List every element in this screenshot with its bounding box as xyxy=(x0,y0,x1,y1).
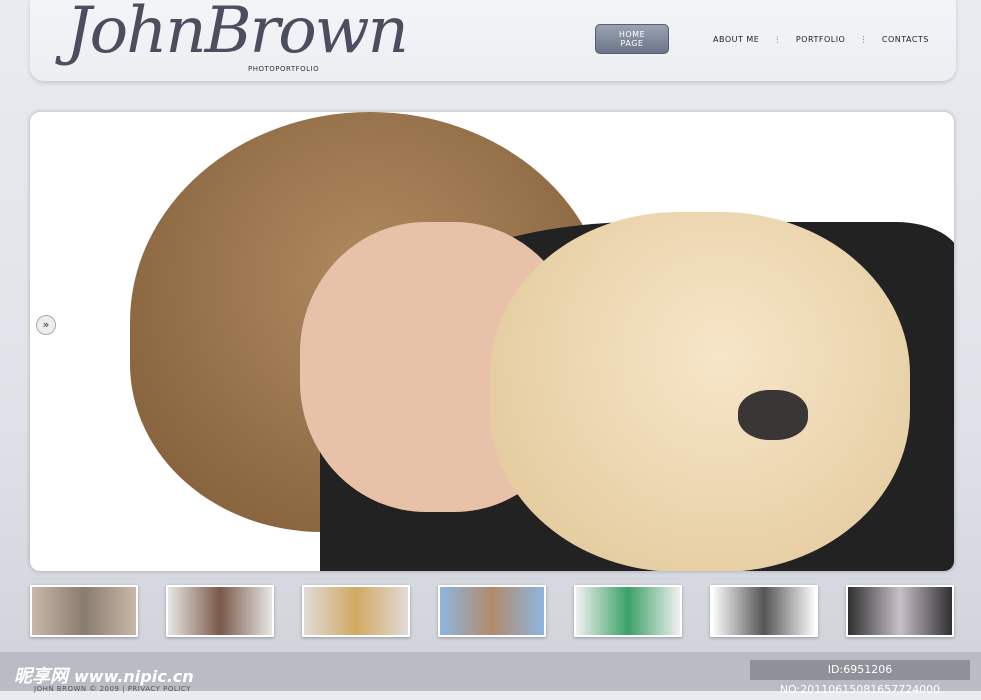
logo-subtitle: PHOTOPORTFOLIO xyxy=(248,65,320,73)
footer: 昵享网 www.nipic.cn JOHN BROWN © 2009 | PRIV… xyxy=(0,652,981,696)
thumbnail-strip xyxy=(30,585,954,637)
next-arrow-icon[interactable]: » xyxy=(36,315,56,335)
watermark-url: www.nipic.cn xyxy=(74,667,194,686)
thumbnail[interactable] xyxy=(438,585,546,637)
main-nav: HOME PAGE ABOUT ME ⋮ PORTFOLIO ⋮ CONTACT… xyxy=(595,24,943,54)
thumbnail[interactable] xyxy=(710,585,818,637)
photo-puppy-nose xyxy=(738,390,808,440)
nav-home-page[interactable]: HOME PAGE xyxy=(595,24,669,54)
watermark-text: 昵享网 xyxy=(14,666,68,687)
thumbnail[interactable] xyxy=(846,585,954,637)
logo[interactable]: JohnBrown xyxy=(66,0,409,68)
nav-separator: ⋮ xyxy=(773,34,782,44)
thumbnail[interactable] xyxy=(302,585,410,637)
nav-about-me[interactable]: ABOUT ME xyxy=(713,35,759,44)
thumbnail[interactable] xyxy=(30,585,138,637)
thumbnail[interactable] xyxy=(574,585,682,637)
thumbnail[interactable] xyxy=(166,585,274,637)
nav-portfolio[interactable]: PORTFOLIO xyxy=(796,35,846,44)
image-id: ID:6951206 NO:20110615081657724000 xyxy=(750,660,970,696)
photo-puppy xyxy=(490,212,910,571)
nav-contacts[interactable]: CONTACTS xyxy=(882,35,929,44)
copyright: JOHN BROWN © 2009 | PRIVACY POLICY xyxy=(34,685,191,693)
hero-slider: » xyxy=(30,112,954,571)
nav-separator: ⋮ xyxy=(859,34,868,44)
